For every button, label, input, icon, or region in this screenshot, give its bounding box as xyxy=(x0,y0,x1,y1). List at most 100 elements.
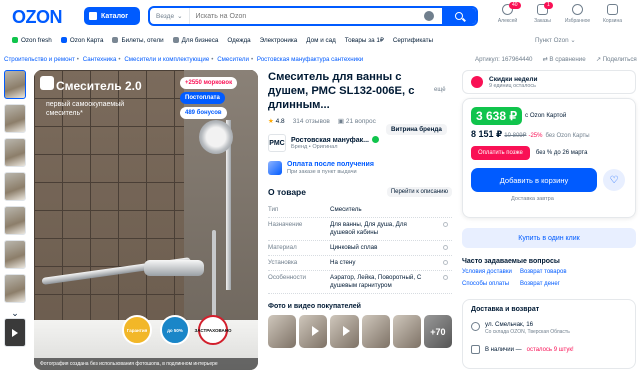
nav-item-travel[interactable]: Билеты, отели xyxy=(112,36,164,44)
spec-key: Назначение xyxy=(268,221,303,228)
breadcrumb: Строительство и ремонт • Сантехника • Смес… xyxy=(4,56,364,63)
points-pill: +2550 морковок xyxy=(180,77,238,89)
warranty-seal: Гарантия xyxy=(122,315,152,345)
faucet-mixer xyxy=(144,260,204,276)
seals: Гарантия до 50% ЗАСТРАХОВАНО xyxy=(122,315,232,345)
profile-button[interactable]: 40 Алексей xyxy=(490,2,525,24)
camera-search-icon[interactable] xyxy=(424,11,434,21)
thumbnail[interactable] xyxy=(4,240,26,269)
customer-photo[interactable] xyxy=(392,315,421,348)
deals-subtitle: 9 единиц осталось xyxy=(489,82,536,89)
nav-item-clothes[interactable]: Одежда xyxy=(227,37,250,44)
go-to-description-button[interactable]: Перейти к описанию xyxy=(386,187,452,197)
deal-icon xyxy=(471,76,483,88)
faq-link[interactable]: Возврат товаров xyxy=(520,269,600,275)
thumbnail[interactable] xyxy=(4,274,26,303)
nav-item-label: Билеты, отели xyxy=(121,36,164,44)
breadcrumb-item[interactable]: Ростовская мануфактура сантехники xyxy=(257,56,363,63)
breadcrumb-item[interactable]: Сантехника xyxy=(83,56,117,63)
card-icon xyxy=(60,36,67,43)
bonus-pill: 489 бонусов xyxy=(180,107,227,119)
chevron-down-icon: ⌄ xyxy=(177,13,183,20)
brand-name: Ростовская мануфак... xyxy=(291,137,369,144)
breadcrumb-item[interactable]: Смесители xyxy=(217,56,249,63)
thumbnail[interactable] xyxy=(4,172,26,201)
spec-row: Назначение Для ванны, Для душа, Для душев… xyxy=(268,218,452,241)
breadcrumb-item[interactable]: Строительство и ремонт xyxy=(4,56,75,63)
catalog-button[interactable]: Каталог xyxy=(84,7,140,25)
product-main-image[interactable]: Смеситель 2.0 первый самоокупаемый смеси… xyxy=(34,70,258,370)
nav-item-home[interactable]: Дом и сад xyxy=(306,37,336,44)
brand-showcase-button[interactable]: Витрина бренда xyxy=(386,124,447,135)
briefcase-icon xyxy=(172,36,179,43)
ozon-card-price: 3 638 ₽ xyxy=(471,107,522,125)
more-media-button[interactable]: +70 xyxy=(423,315,453,348)
grid-icon xyxy=(89,12,97,20)
customer-photo[interactable] xyxy=(361,315,390,348)
brand-subtitle: Бренд • Оригинал xyxy=(291,144,338,150)
pay-later-terms: без % до 26 марта xyxy=(535,150,588,156)
thumbnail[interactable] xyxy=(4,104,26,133)
help-icon[interactable] xyxy=(443,275,448,280)
customer-video[interactable] xyxy=(330,315,359,348)
specs-table: Тип Смеситель Назначение Для ванны, Для ду… xyxy=(268,203,452,294)
help-icon[interactable] xyxy=(443,245,448,250)
pay-after-receipt[interactable]: Оплата после получения При заказе в пунк… xyxy=(268,161,452,175)
ozon-logo[interactable]: OZON xyxy=(12,7,63,28)
favorites-button[interactable]: Избранное xyxy=(560,4,595,24)
buy-one-click-button[interactable]: Купить в один клик xyxy=(462,228,636,248)
customer-media: +70 xyxy=(268,315,453,348)
favorite-button[interactable]: ♡ xyxy=(603,169,625,191)
help-icon[interactable] xyxy=(443,260,448,265)
add-to-cart-button[interactable]: Добавить в корзину xyxy=(471,168,597,192)
rating[interactable]: ★ 4.8 xyxy=(268,117,285,125)
nav-item-certificates[interactable]: Сертификаты xyxy=(393,37,433,44)
fresh-icon xyxy=(12,36,18,43)
header: OZON Каталог Везде⌄ 40 Алексей 1 Заказы … xyxy=(0,0,640,32)
spec-row: Тип Смеситель xyxy=(268,203,452,218)
nav-item-card[interactable]: Ozon Карта xyxy=(60,36,103,44)
cart-button[interactable]: Корзина xyxy=(595,4,630,24)
deals-title: Скидки недели xyxy=(489,75,538,83)
help-icon[interactable] xyxy=(443,222,448,227)
faq-link[interactable]: Условия доставки xyxy=(462,269,520,275)
thumbnail[interactable] xyxy=(4,206,26,235)
customer-photo[interactable] xyxy=(268,315,297,348)
nav-item-fresh[interactable]: Ozon fresh xyxy=(12,36,52,44)
brand-row[interactable]: РМС Ростовская мануфак... Бренд • Оригин… xyxy=(268,134,452,152)
thumbnail[interactable] xyxy=(4,70,26,99)
pickup-point-select[interactable]: Пункт Ozon ⌄ xyxy=(535,37,576,44)
ozon-card-label: с Ozon Картой xyxy=(525,112,567,119)
search-button[interactable] xyxy=(442,8,476,24)
nav-item-one-ruble[interactable]: Товары за 1₽ xyxy=(345,37,384,44)
customer-video[interactable] xyxy=(299,315,328,348)
compare-button[interactable]: ⇄ В сравнение xyxy=(542,56,585,63)
orders-button[interactable]: 1 Заказы xyxy=(525,2,560,24)
spec-value: Для ванны, Для душа, Для душевой кабины xyxy=(330,221,407,236)
article-number[interactable]: Артикул: 167964440 xyxy=(475,56,532,63)
reviews-link[interactable]: 314 отзывов xyxy=(293,118,330,125)
spec-value: Цинковый сплав xyxy=(330,244,378,251)
faq-link[interactable]: Способы оплаты xyxy=(462,281,520,287)
weekly-deals-banner[interactable]: Скидки недели 9 единиц осталось xyxy=(462,70,636,94)
nav-item-electronics[interactable]: Электроника xyxy=(260,37,298,44)
title-more-link[interactable]: ещё xyxy=(434,87,446,93)
search-input[interactable] xyxy=(189,12,424,20)
without-card-label: без Ozon Карты xyxy=(545,133,590,139)
cart-row: Добавить в корзину ♡ xyxy=(471,168,627,192)
share-button[interactable]: ↗ Поделиться xyxy=(596,56,637,63)
chevron-down-icon[interactable]: ⌄ xyxy=(4,308,26,318)
faq-link[interactable]: Возврат денег xyxy=(520,281,600,287)
breadcrumb-item[interactable]: Смесители и комплектующие xyxy=(124,56,209,63)
orders-badge: 1 xyxy=(544,2,553,9)
video-thumbnail[interactable] xyxy=(4,318,26,347)
thumbnail[interactable] xyxy=(4,138,26,167)
questions-link[interactable]: ▣ 21 вопрос xyxy=(338,117,376,125)
brand-logo: РМС xyxy=(268,134,286,152)
pay-later-button[interactable]: Оплатить позже xyxy=(471,146,530,160)
delivery-title: Доставка и возврат xyxy=(471,306,540,313)
pay-subtitle: При заказе в пункт выдачи xyxy=(287,169,357,175)
delivery-address[interactable]: ул. Смельчак, 16 Со склада OZON, Тверска… xyxy=(471,321,627,335)
search-scope-select[interactable]: Везде ⌄ xyxy=(150,8,190,24)
nav-item-business[interactable]: Для бизнеса xyxy=(172,36,218,44)
